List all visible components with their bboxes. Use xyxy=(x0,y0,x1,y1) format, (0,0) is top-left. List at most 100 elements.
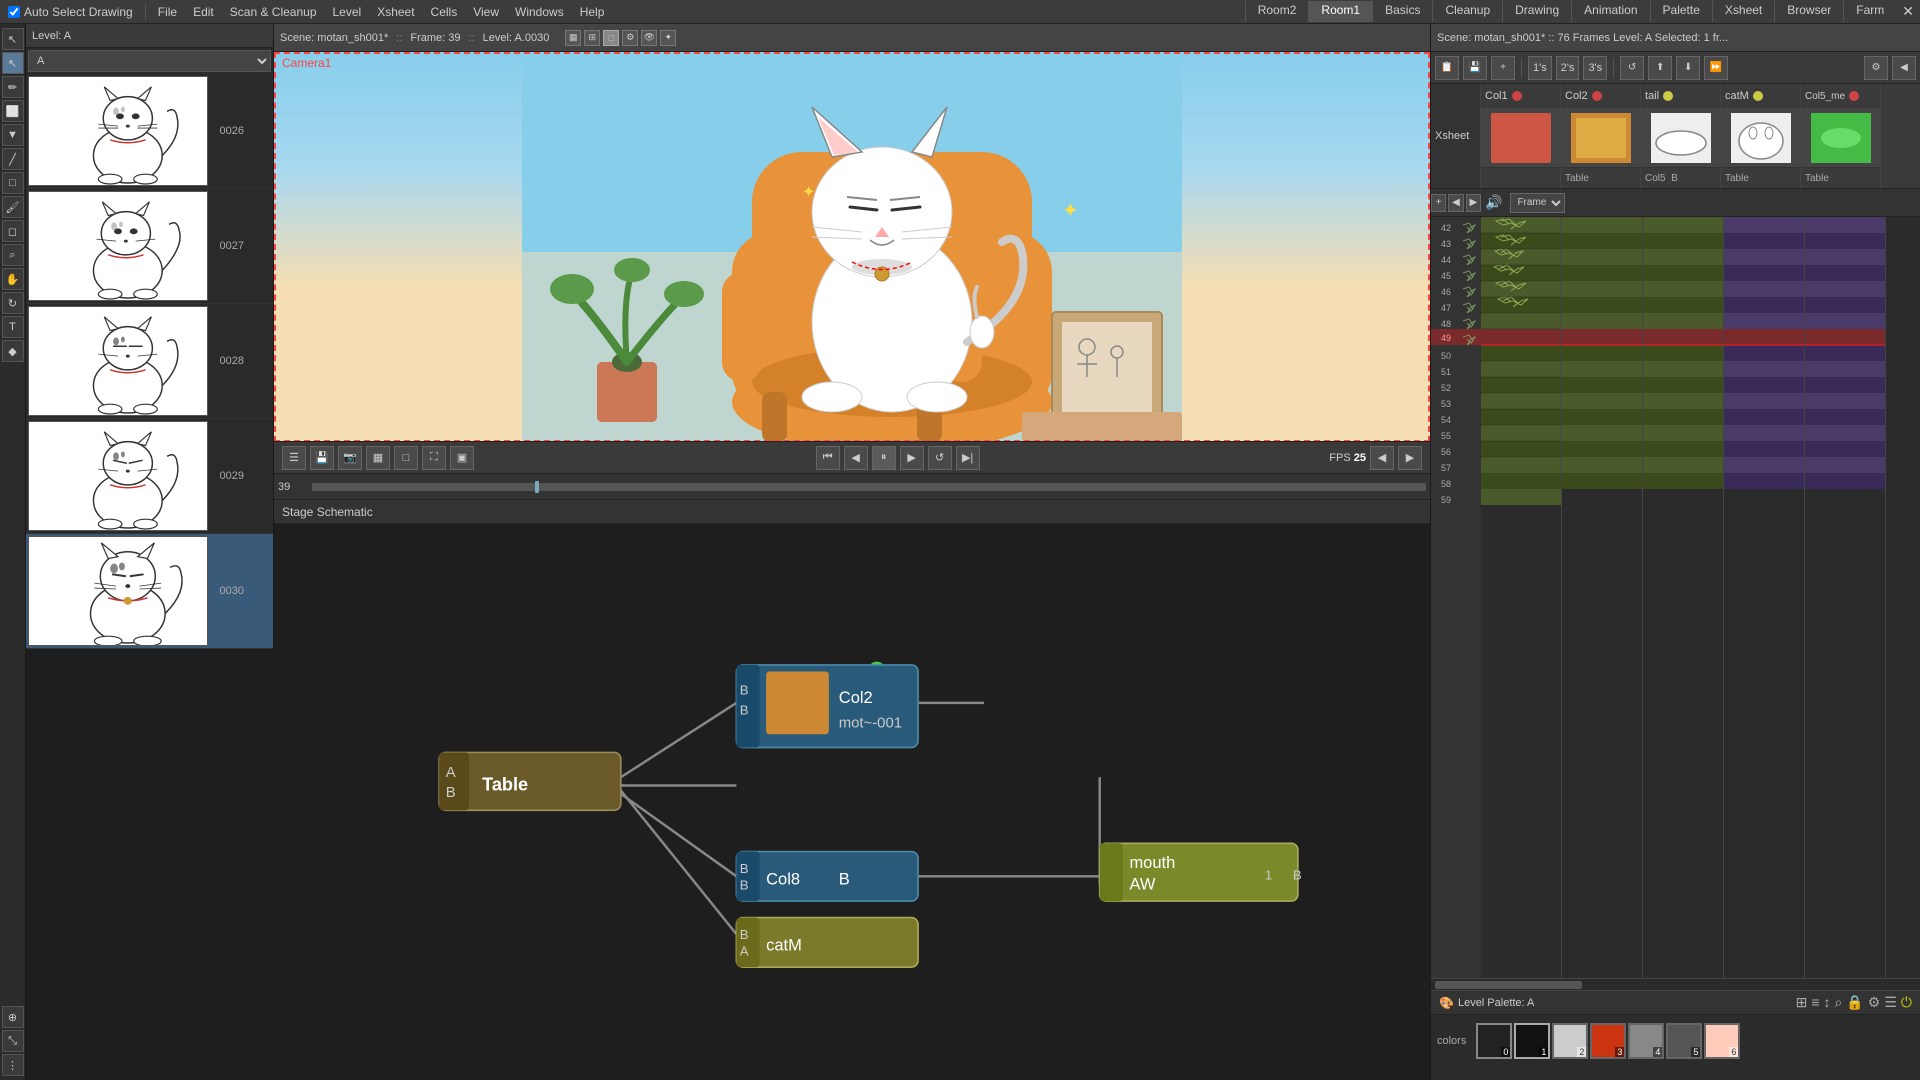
pause-btn[interactable]: ⏸ xyxy=(872,446,896,470)
list-item[interactable]: 0028 xyxy=(26,304,273,419)
palette-swatch-3[interactable]: 3 xyxy=(1590,1023,1626,1059)
camera-btn[interactable]: 📷 xyxy=(338,446,362,470)
tool-rotate[interactable]: ↻ xyxy=(2,292,24,314)
xsheet-collapse-btn[interactable]: ◀ xyxy=(1892,56,1916,80)
list-item[interactable]: 0029 xyxy=(26,419,273,534)
scrubber-thumb[interactable] xyxy=(535,481,539,493)
list-item[interactable]: 0026 xyxy=(26,74,273,189)
menu-cells[interactable]: Cells xyxy=(423,3,466,21)
room-tab-drawing[interactable]: Drawing xyxy=(1502,1,1571,22)
level-select[interactable]: A xyxy=(28,50,271,72)
fps-up-btn[interactable]: ▶ xyxy=(1398,446,1422,470)
frame-mode-select[interactable]: Frame xyxy=(1510,193,1565,213)
auto-select-label[interactable]: Auto Select Drawing xyxy=(0,5,141,19)
settings-icon[interactable]: ⚙ xyxy=(622,30,638,46)
frame-scrubber[interactable]: 39 xyxy=(274,474,1430,500)
palette-swatch-4[interactable]: 4 xyxy=(1628,1023,1664,1059)
close-icon[interactable]: ✕ xyxy=(1896,1,1920,22)
palette-swatch-6[interactable]: 6 xyxy=(1704,1023,1740,1059)
palette-swatch-1[interactable]: 1 xyxy=(1514,1023,1550,1059)
menu-edit[interactable]: Edit xyxy=(185,3,222,21)
view-mode-btn[interactable]: □ xyxy=(394,446,418,470)
room-tab-basics[interactable]: Basics xyxy=(1372,1,1432,22)
room-tab-xsheet[interactable]: Xsheet xyxy=(1712,1,1774,22)
xsheet-refresh-btn[interactable]: ↺ xyxy=(1620,56,1644,80)
volume-icon[interactable]: 🔊 xyxy=(1485,194,1502,211)
room-tab-room2[interactable]: Room2 xyxy=(1245,1,1309,22)
room-tab-animation[interactable]: Animation xyxy=(1571,1,1649,22)
xsheet-export-btn[interactable]: ⬆ xyxy=(1648,56,1672,80)
palette-settings-icon[interactable]: ⚙ xyxy=(1868,994,1881,1011)
xsheet-save-btn[interactable]: 💾 xyxy=(1463,56,1487,80)
menu-file[interactable]: File xyxy=(150,3,185,21)
layout-btn[interactable]: ▦ xyxy=(366,446,390,470)
palette-lock-icon[interactable]: 🔒 xyxy=(1846,994,1863,1011)
palette-grid-icon[interactable]: ⊞ xyxy=(1796,994,1808,1011)
tool-fill[interactable]: ▼ xyxy=(2,124,24,146)
list-item[interactable]: 0030 xyxy=(26,534,273,649)
menu-level[interactable]: Level xyxy=(325,3,370,21)
palette-list-icon[interactable]: ≡ xyxy=(1811,994,1819,1011)
list-item[interactable]: 0027 xyxy=(26,189,273,304)
tool-arrow[interactable]: ↖ xyxy=(2,28,24,50)
frame-rate-1s[interactable]: 1's xyxy=(1528,56,1552,80)
h-scrollbar-thumb[interactable] xyxy=(1435,981,1582,989)
extra-icon[interactable]: ✦ xyxy=(660,30,676,46)
format-icon[interactable]: ▦ xyxy=(565,30,581,46)
palette-swatch-2[interactable]: 2 xyxy=(1552,1023,1588,1059)
xsheet-forward-btn[interactable]: ⏩ xyxy=(1704,56,1728,80)
xsheet-copy-btn[interactable]: 📋 xyxy=(1435,56,1459,80)
scrubber-track[interactable] xyxy=(312,483,1426,491)
nav-left-btn[interactable]: ◀ xyxy=(1448,194,1463,212)
room-tab-browser[interactable]: Browser xyxy=(1774,1,1843,22)
view-icon[interactable]: 👁 xyxy=(641,30,657,46)
xsheet-import-btn[interactable]: ⬇ xyxy=(1676,56,1700,80)
menu-icon[interactable]: ☰ xyxy=(282,446,306,470)
full-screen-btn[interactable]: ⛶ xyxy=(422,446,446,470)
room-tab-farm[interactable]: Farm xyxy=(1843,1,1896,22)
tool-rubber[interactable]: ◻ xyxy=(2,220,24,242)
palette-menu-icon[interactable]: ☰ xyxy=(1884,994,1897,1011)
menu-view[interactable]: View xyxy=(465,3,507,21)
tool-text[interactable]: T xyxy=(2,316,24,338)
menu-scan[interactable]: Scan & Cleanup xyxy=(222,3,325,21)
menu-windows[interactable]: Windows xyxy=(507,3,572,21)
tool-select[interactable]: ↖ xyxy=(2,52,24,74)
palette-swatch-0[interactable]: 0 xyxy=(1476,1023,1512,1059)
tool-brush[interactable]: ✏ xyxy=(2,76,24,98)
nav-right-btn[interactable]: ▶ xyxy=(1466,194,1481,212)
palette-search-icon[interactable]: ⌕ xyxy=(1835,994,1843,1011)
xsheet-plus-btn[interactable]: + xyxy=(1491,56,1515,80)
tool-options[interactable]: ⋮ xyxy=(2,1054,24,1076)
play-btn[interactable]: ▶ xyxy=(900,446,924,470)
h-scrollbar[interactable] xyxy=(1431,978,1920,990)
tool-line[interactable]: ╱ xyxy=(2,148,24,170)
auto-select-checkbox[interactable] xyxy=(8,6,20,18)
room-tab-room1[interactable]: Room1 xyxy=(1308,1,1372,22)
next-frame-btn[interactable]: ▶| xyxy=(956,446,980,470)
first-frame-btn[interactable]: ⏮ xyxy=(816,446,840,470)
add-frame-btn[interactable]: + xyxy=(1431,194,1446,212)
tool-node[interactable]: ◆ xyxy=(2,340,24,362)
room-tab-cleanup[interactable]: Cleanup xyxy=(1432,1,1502,22)
tool-move[interactable]: ⊕ xyxy=(2,1006,24,1028)
tool-zoom[interactable]: ⌕ xyxy=(2,244,24,266)
tool-shape[interactable]: □ xyxy=(2,172,24,194)
palette-swatch-5[interactable]: 5 xyxy=(1666,1023,1702,1059)
loop-btn[interactable]: ↺ xyxy=(928,446,952,470)
room-tab-palette[interactable]: Palette xyxy=(1650,1,1712,22)
tool-eraser[interactable]: ⬜ xyxy=(2,100,24,122)
frame-rate-3s[interactable]: 3's xyxy=(1583,56,1607,80)
menu-xsheet[interactable]: Xsheet xyxy=(369,3,422,21)
tool-paint[interactable]: 🖌 xyxy=(2,196,24,218)
tool-scale[interactable]: ⤡ xyxy=(2,1030,24,1052)
color-icon[interactable]: □ xyxy=(603,30,619,46)
frame-rate-2s[interactable]: 2's xyxy=(1556,56,1580,80)
menu-help[interactable]: Help xyxy=(572,3,613,21)
fps-down-btn[interactable]: ◀ xyxy=(1370,446,1394,470)
power-icon[interactable]: ⏻ xyxy=(1901,994,1912,1011)
palette-sort-icon[interactable]: ↕ xyxy=(1824,994,1831,1011)
tool-pan[interactable]: ✋ xyxy=(2,268,24,290)
compare-btn[interactable]: ▣ xyxy=(450,446,474,470)
prev-frame-btn[interactable]: ◀ xyxy=(844,446,868,470)
